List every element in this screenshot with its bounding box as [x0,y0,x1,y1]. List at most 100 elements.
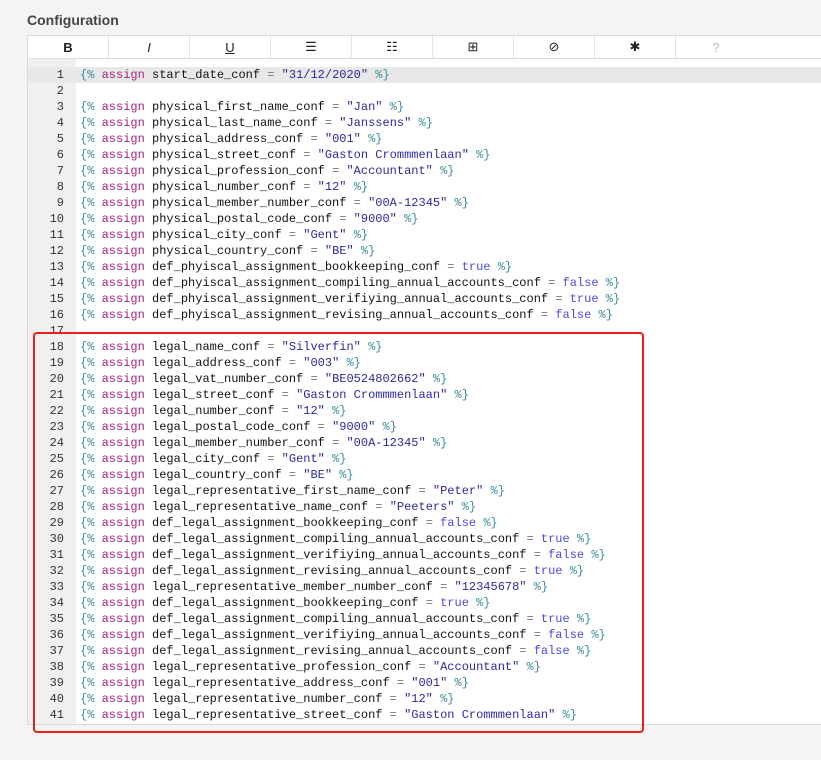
underline-icon: U [225,39,235,55]
line-number: 14 [49,276,64,290]
table-button[interactable]: ⊞ [433,36,514,58]
table-icon: ⊞ [467,39,479,54]
variable-name: physical_number_conf [152,180,297,194]
italic-button[interactable]: I [109,36,190,58]
equals-operator: = [332,164,340,178]
code-line: 19 {% assign legal_address_conf = "003" %… [28,355,821,371]
tag-close: %} [375,68,390,82]
value: "00A-12345" [368,196,448,210]
line-number: 3 [56,100,64,114]
line-text: {% assign legal_vat_number_conf = "BE052… [76,371,447,387]
bold-button[interactable]: B [28,36,109,58]
code-editor[interactable]: B I U ☰ ☷ ⊞ ⊘ ✱? 1 {% assign start_date_conf = "… [27,35,821,725]
value: "Silverfin" [281,340,361,354]
variable-name: start_date_conf [152,68,261,82]
line-number: 8 [56,180,64,194]
tag-close: %} [454,196,469,210]
tag-close: %} [533,580,549,594]
variable-name: physical_street_conf [152,148,297,162]
code-line: 1 {% assign start_date_conf = "31/12/2020… [28,67,821,83]
code-line: 17 [28,323,821,339]
tag-open: {% [80,132,95,146]
numbered-list-button[interactable]: ☷ [352,36,433,58]
tag-close: %} [576,612,592,626]
variable-name: legal_postal_code_conf [152,420,311,434]
variable-name: legal_vat_number_conf [152,372,304,386]
keyword: assign [101,628,145,642]
tag-close: %} [562,708,577,722]
line-text: {% assign start_date_conf = "31/12/2020"… [76,67,390,83]
tag-close: %} [368,340,383,354]
tag-open: {% [80,628,95,642]
tag-close: %} [591,548,606,562]
keyword: assign [101,100,145,114]
keyword: assign [101,644,145,658]
value: false [555,308,592,322]
code-line: 36 {% assign def_legal_assignment_verifiy… [28,627,821,643]
tag-close: %} [332,404,347,418]
value: "Gent" [303,228,347,242]
code-line: 29 {% assign def_legal_assignment_bookkee… [28,515,821,531]
keyword: assign [101,436,145,450]
tag-close: %} [598,308,613,322]
variable-name: legal_name_conf [152,340,261,354]
tag-close: %} [605,292,621,306]
code-line: 39 {% assign legal_representative_address… [28,675,821,691]
code-line: 38 {% assign legal_representative_profess… [28,659,821,675]
value: "Gaston Crommmenlaan" [404,708,556,722]
equals-operator: = [389,708,397,722]
tag-close: %} [490,484,505,498]
keyword: assign [101,244,145,258]
underline-button[interactable]: U [190,36,271,58]
equals-operator: = [332,100,340,114]
line-number: 26 [49,468,64,482]
line-number: 5 [56,132,64,146]
variable-name: legal_representative_member_number_conf [152,580,433,594]
hide-preview-button[interactable]: ⊘ [514,36,595,58]
variable-name: physical_address_conf [152,132,304,146]
code-line: 10 {% assign physical_postal_code_conf = … [28,211,821,227]
equals-operator: = [353,196,361,210]
keyword: assign [101,196,145,210]
value: false [548,628,585,642]
code-line: 6 {% assign physical_street_conf = "Gasto… [28,147,821,163]
bullet-list-button[interactable]: ☰ [271,36,352,58]
line-text: {% assign legal_postal_code_conf = "9000… [76,419,397,435]
tag-open: {% [80,164,95,178]
equals-operator: = [519,564,527,578]
tag-close: %} [476,596,491,610]
equals-operator: = [533,628,541,642]
equals-operator: = [303,148,311,162]
line-number: 29 [49,516,64,530]
equals-operator: = [533,548,541,562]
tag-open: {% [80,228,95,242]
keyword: assign [101,404,145,418]
keyword: assign [101,548,145,562]
debug-button[interactable]: ✱ [595,36,676,58]
line-number: 32 [49,564,64,578]
line-text: {% assign legal_representative_professio… [76,659,541,675]
line-number: 28 [49,500,64,514]
variable-name: physical_postal_code_conf [152,212,333,226]
equals-operator: = [396,676,405,690]
line-number: 37 [49,644,64,658]
tag-open: {% [80,420,95,434]
keyword: assign [101,308,145,322]
help-button[interactable]: ? [676,36,756,58]
tag-close: %} [440,164,455,178]
variable-name: def_legal_assignment_bookkeeping_conf [152,516,419,530]
code-area[interactable]: 1 {% assign start_date_conf = "31/12/2020… [28,67,821,723]
tag-open: {% [80,148,95,162]
line-number: 39 [49,676,64,690]
tag-close: %} [404,212,419,226]
tag-close: %} [389,100,405,114]
value: false [440,516,477,530]
tag-close: %} [432,436,448,450]
line-number: 12 [49,244,64,258]
equals-operator: = [288,356,297,370]
variable-name: physical_city_conf [152,228,282,242]
line-number: 35 [49,612,64,626]
tag-close: %} [368,132,383,146]
variable-name: legal_representative_name_conf [152,500,369,514]
tag-close: %} [360,244,376,258]
